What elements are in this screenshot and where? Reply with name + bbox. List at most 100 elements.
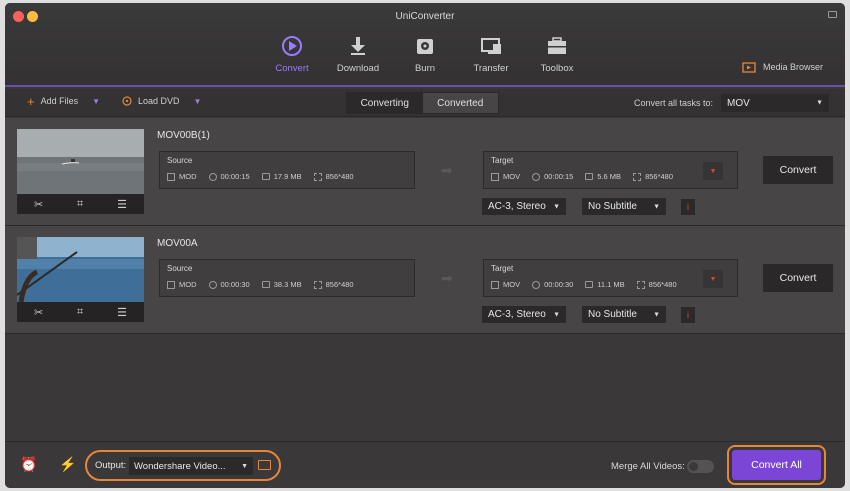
nav-label: Toolbox xyxy=(540,63,574,74)
crop-icon[interactable]: ⌗ xyxy=(77,306,83,319)
chevron-down-icon: ▼ xyxy=(653,311,660,318)
convert-icon xyxy=(282,36,302,56)
clock-icon xyxy=(208,172,217,181)
thumbnail-toolbar: ✂ ⌗ ☰ xyxy=(17,194,144,214)
app-window: UniConverter Convert Download Burn Trans… xyxy=(5,3,845,488)
clock-icon xyxy=(532,172,541,181)
folder-icon xyxy=(585,173,594,180)
folder-icon xyxy=(585,281,594,288)
nav-label: Convert xyxy=(275,63,309,74)
target-duration: 00:00:15 xyxy=(544,172,574,181)
source-resolution: 856*480 xyxy=(325,172,354,181)
plus-icon: + xyxy=(27,93,35,109)
film-icon xyxy=(167,172,175,181)
trim-icon[interactable]: ✂ xyxy=(34,198,43,211)
chevron-down-icon: ▼ xyxy=(653,203,660,210)
file-name: MOV00A xyxy=(157,238,198,249)
source-resolution: 856*480 xyxy=(325,280,354,289)
subtitle-select[interactable]: No Subtitle ▼ xyxy=(582,306,666,323)
source-duration: 00:00:30 xyxy=(220,280,250,289)
output-folder-value: Wondershare Video... xyxy=(134,460,226,472)
info-button[interactable]: i xyxy=(681,199,695,215)
resolution-icon xyxy=(313,172,322,181)
media-browser-icon xyxy=(742,62,756,73)
resolution-icon xyxy=(636,280,645,289)
media-browser-button[interactable]: Media Browser xyxy=(742,61,823,73)
target-info: Target MOV 00:00:15 5.6 MB 856*480 xyxy=(483,151,738,189)
source-info: Source MOD 00:00:15 17.9 MB 856*480 xyxy=(159,151,415,189)
nav-label: Burn xyxy=(414,63,436,74)
window-title: UniConverter xyxy=(395,11,455,22)
target-format: MOV xyxy=(503,172,521,181)
task-item: ✂ ⌗ ☰ MOV00A Source MOD 00:00:30 38.3 MB… xyxy=(5,226,845,334)
task-tabs: Converting Converted xyxy=(346,92,499,114)
convert-button[interactable]: Convert xyxy=(763,156,833,184)
target-format-dropdown[interactable]: ▼ xyxy=(703,270,723,288)
target-format-dropdown[interactable]: ▼ xyxy=(703,162,723,180)
source-size: 17.9 MB xyxy=(273,172,302,181)
crop-icon[interactable]: ⌗ xyxy=(77,198,83,211)
effects-icon[interactable]: ☰ xyxy=(117,198,127,211)
audio-track-select[interactable]: AC-3, Stereo ▼ xyxy=(482,198,566,215)
resolution-icon xyxy=(633,172,642,181)
clock-icon xyxy=(208,280,217,289)
chevron-down-icon: ▼ xyxy=(553,311,560,318)
target-size: 5.6 MB xyxy=(597,172,622,181)
transfer-icon xyxy=(481,38,501,54)
target-format: MOV xyxy=(503,280,521,289)
tab-converted[interactable]: Converted xyxy=(422,93,498,113)
merge-label: Merge All Videos: xyxy=(611,461,685,472)
output-group: Output: Wondershare Video... ▼ xyxy=(85,450,281,481)
alarm-clock-icon[interactable]: ⏰ xyxy=(20,456,37,473)
chevron-down-icon: ▼ xyxy=(553,203,560,210)
source-duration: 00:00:15 xyxy=(220,172,250,181)
load-dvd-label: Load DVD xyxy=(138,96,180,106)
load-dvd-button[interactable]: Load DVD ▼ xyxy=(122,96,201,106)
convert-button[interactable]: Convert xyxy=(763,264,833,292)
chevron-down-icon: ▼ xyxy=(709,275,717,283)
target-duration: 00:00:30 xyxy=(544,280,574,289)
footer-bar: ⏰ ⚡ Output: Wondershare Video... ▼ Merge… xyxy=(5,441,845,488)
merge-toggle[interactable] xyxy=(687,460,714,473)
target-size: 11.1 MB xyxy=(597,280,625,289)
source-label: Source xyxy=(167,264,193,273)
chevron-down-icon[interactable]: ▼ xyxy=(92,97,100,106)
trim-icon[interactable]: ✂ xyxy=(34,306,43,319)
chevron-down-icon: ▼ xyxy=(709,167,717,175)
convert-all-button[interactable]: Convert All xyxy=(732,450,821,480)
source-format: MOD xyxy=(179,280,197,289)
arrow-right-icon: ➡ xyxy=(441,270,453,286)
file-name: MOV00B(1) xyxy=(157,130,210,141)
source-size: 38.3 MB xyxy=(273,280,302,289)
nav-toolbox[interactable]: Toolbox xyxy=(517,35,597,74)
task-list-empty-area xyxy=(5,334,845,441)
lightning-icon[interactable]: ⚡ xyxy=(59,456,76,473)
resolution-icon xyxy=(313,280,322,289)
info-button[interactable]: i xyxy=(681,307,695,323)
arrow-right-icon: ➡ xyxy=(441,162,453,178)
chevron-down-icon[interactable]: ▼ xyxy=(194,97,202,106)
audio-track-value: AC-3, Stereo xyxy=(488,309,546,320)
video-thumbnail[interactable] xyxy=(17,129,144,194)
audio-track-select[interactable]: AC-3, Stereo ▼ xyxy=(482,306,566,323)
subtitle-value: No Subtitle xyxy=(588,309,637,320)
effects-icon[interactable]: ☰ xyxy=(117,306,127,319)
target-info: Target MOV 00:00:30 11.1 MB 856*480 xyxy=(483,259,738,297)
open-folder-icon[interactable] xyxy=(258,460,271,470)
feedback-icon[interactable] xyxy=(828,11,837,18)
source-info: Source MOD 00:00:30 38.3 MB 856*480 xyxy=(159,259,415,297)
add-files-button[interactable]: + Add Files ▼ xyxy=(27,93,100,109)
task-item: ✂ ⌗ ☰ MOV00B(1) Source MOD 00:00:15 17.9… xyxy=(5,118,845,226)
subtitle-select[interactable]: No Subtitle ▼ xyxy=(582,198,666,215)
film-icon xyxy=(491,172,499,181)
tab-converting[interactable]: Converting xyxy=(347,93,423,113)
subtitle-value: No Subtitle xyxy=(588,201,637,212)
source-format: MOD xyxy=(179,172,197,181)
film-icon xyxy=(491,280,499,289)
toolbox-icon xyxy=(548,37,566,54)
output-folder-select[interactable]: Wondershare Video... ▼ xyxy=(129,457,253,475)
convert-all-format-select[interactable]: MOV ▼ xyxy=(721,94,829,112)
video-thumbnail[interactable] xyxy=(17,237,144,302)
chevron-down-icon: ▼ xyxy=(241,462,248,470)
titlebar: UniConverter Convert Download Burn Trans… xyxy=(5,3,845,87)
